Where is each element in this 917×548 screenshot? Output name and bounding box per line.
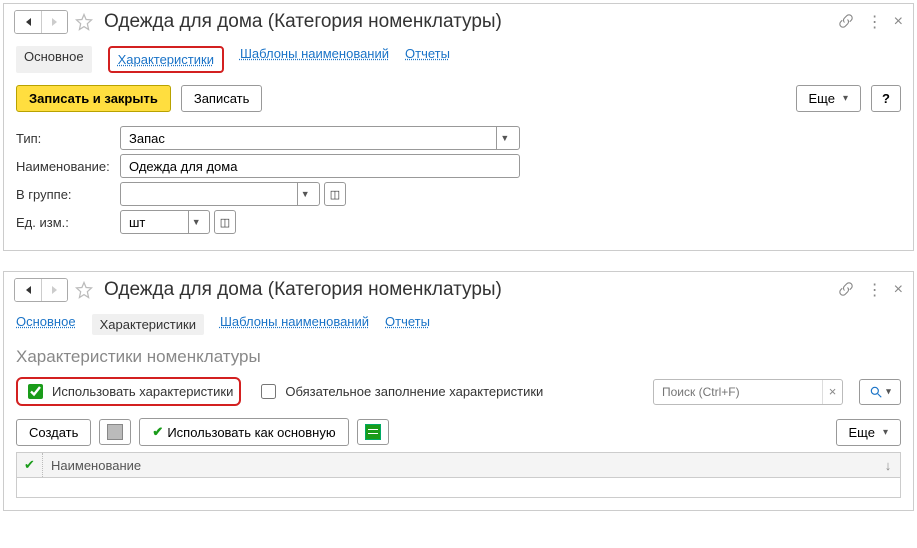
nav-back-button-2[interactable] <box>15 279 41 301</box>
save-button[interactable]: Записать <box>181 85 263 112</box>
tab-characteristics-2[interactable]: Характеристики <box>92 314 204 335</box>
link-icon[interactable] <box>837 12 855 33</box>
kebab-menu-icon-2[interactable]: ⋮ <box>867 280 882 300</box>
use-as-main-label: Использовать как основную <box>167 425 335 440</box>
tab-characteristics[interactable]: Характеристики <box>108 46 224 73</box>
search-input[interactable]: × <box>653 379 843 405</box>
tabs-2: Основное Характеристики Шаблоны наименов… <box>4 308 913 343</box>
titlebar: Одежда для дома (Категория номенклатуры)… <box>4 4 913 40</box>
group-value[interactable] <box>127 186 297 203</box>
col-check-header[interactable]: ✔ <box>17 453 43 477</box>
save-and-close-button[interactable]: Записать и закрыть <box>16 85 171 112</box>
more-button[interactable]: Еще <box>796 85 861 112</box>
help-button[interactable]: ? <box>871 85 901 112</box>
type-select[interactable]: ▼ <box>120 126 520 150</box>
col-name-header[interactable]: Наименование <box>43 458 876 473</box>
nav-buttons <box>14 10 68 34</box>
section-title: Характеристики номенклатуры <box>4 343 913 371</box>
mandatory-input[interactable] <box>261 384 276 399</box>
uom-select[interactable]: ▼ <box>120 210 210 234</box>
uom-label: Ед. изм.: <box>16 215 120 230</box>
window-title-2: Одежда для дома (Категория номенклатуры) <box>104 279 831 301</box>
search-clear-icon[interactable]: × <box>822 380 842 404</box>
mandatory-checkbox[interactable]: Обязательное заполнение характеристики <box>257 381 543 402</box>
uom-open-button[interactable]: ◫ <box>214 210 236 234</box>
group-open-button[interactable]: ◫ <box>324 182 346 206</box>
nav-forward-button[interactable] <box>41 11 67 33</box>
tab-main-2[interactable]: Основное <box>16 314 76 335</box>
group-dropdown-icon[interactable]: ▼ <box>297 182 313 206</box>
tab-reports[interactable]: Отчеты <box>405 46 450 73</box>
uom-dropdown-icon[interactable]: ▼ <box>188 210 203 234</box>
use-characteristics-label: Использовать характеристики <box>52 384 233 399</box>
window-title: Одежда для дома (Категория номенклатуры) <box>104 11 831 33</box>
type-dropdown-icon[interactable]: ▼ <box>496 126 513 150</box>
name-value[interactable] <box>127 158 513 175</box>
check-icon: ✔ <box>152 424 163 440</box>
copy-icon <box>107 424 123 440</box>
command-bar: Записать и закрыть Записать Еще ? <box>4 81 913 122</box>
copy-button[interactable] <box>99 419 131 445</box>
sort-indicator-icon[interactable]: ↓ <box>876 458 900 473</box>
titlebar-2: Одежда для дома (Категория номенклатуры)… <box>4 272 913 308</box>
tab-reports-2[interactable]: Отчеты <box>385 314 430 335</box>
close-icon[interactable]: × <box>894 13 903 31</box>
name-label: Наименование: <box>16 159 120 174</box>
name-input[interactable] <box>120 154 520 178</box>
search-field[interactable] <box>660 384 822 400</box>
tab-name-templates-2[interactable]: Шаблоны наименований <box>220 314 369 335</box>
favorite-star-icon-2[interactable] <box>74 280 94 300</box>
close-icon-2[interactable]: × <box>894 281 903 299</box>
use-characteristics-input[interactable] <box>28 384 43 399</box>
search-magnifier-button[interactable] <box>859 379 901 405</box>
spreadsheet-icon <box>365 424 381 440</box>
use-characteristics-checkbox[interactable]: Использовать характеристики <box>24 381 233 402</box>
tabs: Основное Характеристики Шаблоны наименов… <box>4 40 913 81</box>
link-icon-2[interactable] <box>837 280 855 301</box>
table-body[interactable] <box>16 478 901 498</box>
list-more-button[interactable]: Еще <box>836 419 901 446</box>
tab-name-templates[interactable]: Шаблоны наименований <box>240 46 389 73</box>
type-value[interactable] <box>127 130 496 147</box>
nav-buttons-2 <box>14 278 68 302</box>
form: Тип: ▼ Наименование: В группе: ▼ ◫ Ед. и… <box>4 126 913 250</box>
list-command-bar: Создать ✔ Использовать как основную Еще <box>4 412 913 452</box>
nav-forward-button-2[interactable] <box>41 279 67 301</box>
uom-value[interactable] <box>127 214 188 231</box>
table-header: ✔ Наименование ↓ <box>16 452 901 478</box>
type-label: Тип: <box>16 131 120 146</box>
kebab-menu-icon[interactable]: ⋮ <box>867 12 882 32</box>
mandatory-label: Обязательное заполнение характеристики <box>285 384 543 399</box>
options-row: Использовать характеристики Обязательное… <box>4 371 913 412</box>
window-category-main: Одежда для дома (Категория номенклатуры)… <box>3 3 914 251</box>
favorite-star-icon[interactable] <box>74 12 94 32</box>
nav-back-button[interactable] <box>15 11 41 33</box>
group-select[interactable]: ▼ <box>120 182 320 206</box>
group-label: В группе: <box>16 187 120 202</box>
spreadsheet-button[interactable] <box>357 419 389 445</box>
create-button[interactable]: Создать <box>16 419 91 446</box>
use-as-main-button[interactable]: ✔ Использовать как основную <box>139 418 348 446</box>
use-characteristics-highlight: Использовать характеристики <box>16 377 241 406</box>
tab-main[interactable]: Основное <box>16 46 92 73</box>
window-category-characteristics: Одежда для дома (Категория номенклатуры)… <box>3 271 914 511</box>
